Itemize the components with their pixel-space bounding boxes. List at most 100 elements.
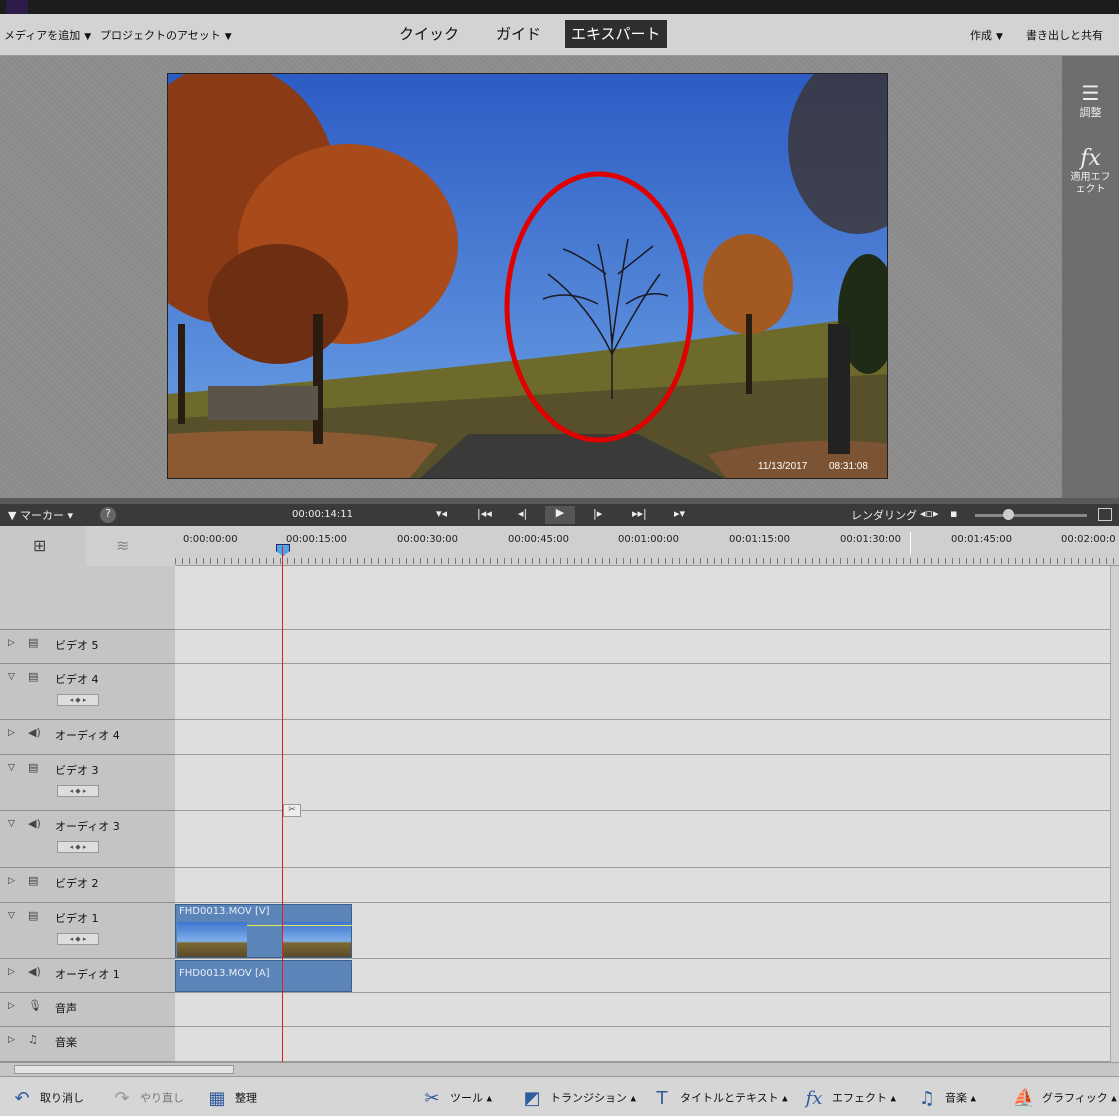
track-header-audio-3[interactable]: ▽ ◀) オーディオ 3 ◂ ◆ ▸ [0,811,175,868]
zoom-out-icon[interactable]: ▪ [950,507,957,520]
horizontal-scrollbar[interactable] [0,1062,1119,1076]
project-assets-menu[interactable]: プロジェクトのアセット ▼ [100,27,232,43]
film-icon: ▤ [28,636,39,649]
track-audio-4[interactable] [175,720,1110,755]
collapse-triangle-icon[interactable]: ▽ [8,672,15,682]
tab-guided[interactable]: ガイド [490,20,547,48]
goto-out-icon[interactable]: ▸▾ [674,507,685,520]
graphics-button[interactable]: ⛵ グラフィック ▴ [1012,1088,1117,1109]
tick-label: 00:01:30:00 [840,534,902,545]
expand-triangle-icon[interactable]: ▷ [8,728,15,738]
track-header-music[interactable]: ▷ ♫ 音楽 [0,1027,175,1062]
tools-icon: ✂ [424,1088,440,1109]
sailboat-icon: ⛵ [1012,1088,1036,1109]
track-video-3[interactable] [175,755,1110,811]
step-back-icon[interactable]: ◂| [518,507,527,520]
track-video-4[interactable] [175,664,1110,720]
organize-button[interactable]: ▦ 整理 [205,1088,257,1109]
transitions-button[interactable]: ◩ トランジション ▴ [520,1088,636,1109]
title-t-icon: T [656,1088,668,1109]
track-header-video-4[interactable]: ▽ ▤ ビデオ 4 ◂ ◆ ▸ [0,664,175,720]
track-music[interactable] [175,1027,1110,1062]
add-media-menu[interactable]: メディアを追加 ▼ [4,27,91,43]
preview-image: 11/13/2017 08:31:08 [168,74,887,478]
transition-icon: ◩ [523,1088,541,1109]
track-header-audio-4[interactable]: ▷ ◀) オーディオ 4 [0,720,175,755]
zoom-in-icon[interactable] [1098,508,1112,521]
goto-start-icon[interactable]: |◂◂ [477,507,492,520]
scrollbar-thumb[interactable] [14,1065,234,1074]
expand-triangle-icon[interactable]: ▷ [8,638,15,648]
track-header-video-1[interactable]: ▽ ▤ ビデオ 1 ◂ ◆ ▸ [0,903,175,959]
tick-label: 0:00:00:00 [183,534,238,545]
expand-triangle-icon[interactable]: ▷ [8,967,15,977]
track-audio-1[interactable]: FHD0013.MOV [A] [175,959,1110,993]
expand-triangle-icon[interactable]: ▷ [8,1035,15,1045]
collapse-triangle-icon[interactable]: ▽ [8,819,15,829]
empty-track-header [0,566,175,630]
fit-timeline-icon[interactable]: ◂▫▸ [920,507,939,520]
playhead-handle[interactable] [276,544,290,556]
collapse-triangle-icon[interactable]: ▽ [8,763,15,773]
track-header-audio-1[interactable]: ▷ ◀) オーディオ 1 [0,959,175,993]
track-video-5[interactable] [175,630,1110,664]
goto-end-icon[interactable]: ▸▸| [632,507,647,520]
video-clip[interactable]: FHD0013.MOV [V] [175,904,353,958]
track-area[interactable]: ✂ FHD0013.MOV [V] FHD0013.MOV [A] [175,566,1110,1062]
timeline-ruler[interactable]: 0:00:00:00 00:00:15:00 00:00:30:00 00:00… [175,526,1119,566]
track-audio-3[interactable]: ✂ [175,804,1110,868]
tick-label: 00:00:30:00 [397,534,459,545]
audio-clip[interactable]: FHD0013.MOV [A] [175,960,352,992]
playhead-line[interactable] [282,546,283,1062]
adjust-button[interactable]: ☰ 調整 [1062,82,1119,120]
applied-effects-button[interactable]: fx 適用エフェクト [1062,146,1119,196]
timecode: 00:00:14:11 [292,509,354,520]
export-share-menu[interactable]: 書き出しと共有 [1026,27,1103,43]
track-headers: ▷ ▤ ビデオ 5 ▽ ▤ ビデオ 4 ◂ ◆ ▸ ▷ ◀) オーディオ 4 ▽ ▤ ビデオ 3… [0,566,175,1062]
keyframe-controls[interactable]: ◂ ◆ ▸ [57,785,99,797]
work-area-end-marker[interactable] [910,532,911,554]
zoom-slider-thumb[interactable] [1003,509,1014,520]
redo-button[interactable]: ↷ やり直し [110,1088,184,1109]
music-note-icon: ♫ [918,1088,936,1109]
titles-button[interactable]: T タイトルとテキスト ▴ [650,1088,788,1109]
video-clip-label: FHD0013.MOV [V] [179,906,270,917]
zoom-slider[interactable] [975,514,1087,517]
track-header-video-3[interactable]: ▽ ▤ ビデオ 3 ◂ ◆ ▸ [0,755,175,811]
track-video-1[interactable]: FHD0013.MOV [V] [175,903,1110,959]
tab-quick[interactable]: クイック [393,20,465,48]
track-controls-icon[interactable]: ⊞ [33,536,46,555]
audio-waveform-icon[interactable]: ≋ [116,536,129,555]
caret-down-icon: ▼ [84,32,92,42]
music-button[interactable]: ♫ 音楽 ▴ [915,1088,976,1109]
keyframe-controls[interactable]: ◂ ◆ ▸ [57,841,99,853]
goto-in-icon[interactable]: ▾◂ [436,507,447,520]
tools-button[interactable]: ✂ ツール ▴ [420,1088,492,1109]
render-button[interactable]: レンダリング [851,507,917,523]
play-button[interactable]: ▶ [545,506,575,524]
effects-button[interactable]: fx エフェクト ▴ [802,1088,896,1109]
opacity-line[interactable] [247,925,353,926]
tab-expert[interactable]: エキスパート [565,20,667,48]
grid-icon: ▦ [208,1088,226,1109]
create-menu[interactable]: 作成 ▼ [970,27,1003,43]
track-header-video-5[interactable]: ▷ ▤ ビデオ 5 [0,630,175,664]
track-voice[interactable] [175,993,1110,1027]
track-header-voice[interactable]: ▷ 🎙 音声 [0,993,175,1027]
vertical-scrollbar[interactable] [1110,566,1119,1062]
caret-down-icon: ▼ [224,32,232,42]
track-header-video-2[interactable]: ▷ ▤ ビデオ 2 [0,868,175,903]
bottom-action-bar: ↶ 取り消し ↷ やり直し ▦ 整理 ✂ ツール ▴ ◩ トランジション ▴ T タイトルと… [0,1076,1119,1116]
undo-button[interactable]: ↶ 取り消し [10,1088,84,1109]
keyframe-controls[interactable]: ◂ ◆ ▸ [57,933,99,945]
keyframe-controls[interactable]: ◂ ◆ ▸ [57,694,99,706]
help-icon[interactable]: ? [100,507,116,523]
scissors-icon[interactable]: ✂ [283,804,301,817]
clip-thumbnail [177,922,247,957]
step-forward-icon[interactable]: |▸ [593,507,602,520]
expand-triangle-icon[interactable]: ▷ [8,1001,15,1011]
marker-menu[interactable]: ▼ マーカー ▾ [8,507,73,523]
collapse-triangle-icon[interactable]: ▽ [8,911,15,921]
track-video-2[interactable] [175,868,1110,903]
expand-triangle-icon[interactable]: ▷ [8,876,15,886]
